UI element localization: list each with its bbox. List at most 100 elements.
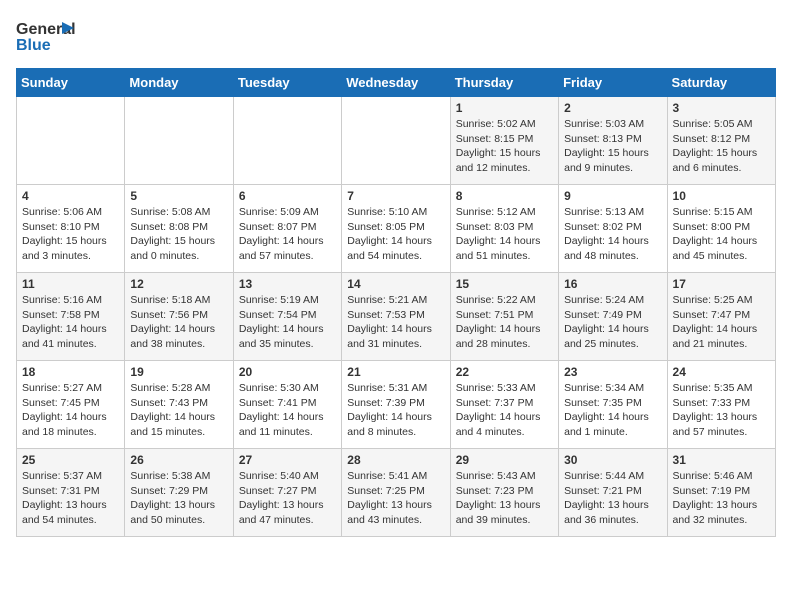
calendar-table: SundayMondayTuesdayWednesdayThursdayFrid…	[16, 68, 776, 537]
day-info: Sunrise: 5:22 AM Sunset: 7:51 PM Dayligh…	[456, 293, 553, 352]
calendar-cell: 8Sunrise: 5:12 AM Sunset: 8:03 PM Daylig…	[450, 185, 558, 273]
day-number: 28	[347, 453, 444, 467]
day-info: Sunrise: 5:06 AM Sunset: 8:10 PM Dayligh…	[22, 205, 119, 264]
calendar-cell: 23 Sunrise: 5:34 AM Sunset: 7:35 PM Dayli…	[559, 361, 667, 449]
day-info: Sunrise: 5:19 AM Sunset: 7:54 PM Dayligh…	[239, 293, 336, 352]
day-info: Sunrise: 5:37 AM Sunset: 7:31 PM Dayligh…	[22, 469, 119, 528]
day-info: Sunrise: 5:44 AM Sunset: 7:21 PM Dayligh…	[564, 469, 661, 528]
day-number: 21	[347, 365, 444, 379]
day-number: 29	[456, 453, 553, 467]
weekday-header-thursday: Thursday	[450, 69, 558, 97]
logo: GeneralBlue	[16, 16, 76, 58]
day-number: 1	[456, 101, 553, 115]
calendar-cell: 19 Sunrise: 5:28 AM Sunset: 7:43 PM Dayli…	[125, 361, 233, 449]
calendar-cell: 26Sunrise: 5:38 AM Sunset: 7:29 PM Dayli…	[125, 449, 233, 537]
day-number: 13	[239, 277, 336, 291]
calendar-cell	[125, 97, 233, 185]
day-number: 4	[22, 189, 119, 203]
calendar-cell: 11Sunrise: 5:16 AM Sunset: 7:58 PM Dayli…	[17, 273, 125, 361]
day-info: Sunrise: 5:13 AM Sunset: 8:02 PM Dayligh…	[564, 205, 661, 264]
day-info: Sunrise: 5:05 AM Sunset: 8:12 PM Dayligh…	[673, 117, 770, 176]
calendar-cell: 3 Sunrise: 5:05 AM Sunset: 8:12 PM Daylig…	[667, 97, 775, 185]
calendar-cell	[17, 97, 125, 185]
day-info: Sunrise: 5:21 AM Sunset: 7:53 PM Dayligh…	[347, 293, 444, 352]
day-number: 2	[564, 101, 661, 115]
calendar-cell: 15 Sunrise: 5:22 AM Sunset: 7:51 PM Dayli…	[450, 273, 558, 361]
day-info: Sunrise: 5:46 AM Sunset: 7:19 PM Dayligh…	[673, 469, 770, 528]
calendar-cell: 9 Sunrise: 5:13 AM Sunset: 8:02 PM Daylig…	[559, 185, 667, 273]
calendar-cell: 24 Sunrise: 5:35 AM Sunset: 7:33 PM Dayli…	[667, 361, 775, 449]
calendar-cell: 13 Sunrise: 5:19 AM Sunset: 7:54 PM Dayli…	[233, 273, 341, 361]
day-info: Sunrise: 5:43 AM Sunset: 7:23 PM Dayligh…	[456, 469, 553, 528]
day-number: 17	[673, 277, 770, 291]
weekday-header-wednesday: Wednesday	[342, 69, 450, 97]
calendar-cell: 28 Sunrise: 5:41 AM Sunset: 7:25 PM Dayli…	[342, 449, 450, 537]
calendar-cell: 4 Sunrise: 5:06 AM Sunset: 8:10 PM Daylig…	[17, 185, 125, 273]
day-info: Sunrise: 5:18 AM Sunset: 7:56 PM Dayligh…	[130, 293, 227, 352]
day-number: 31	[673, 453, 770, 467]
day-info: Sunrise: 5:27 AM Sunset: 7:45 PM Dayligh…	[22, 381, 119, 440]
day-info: Sunrise: 5:40 AM Sunset: 7:27 PM Dayligh…	[239, 469, 336, 528]
calendar-cell: 2 Sunrise: 5:03 AM Sunset: 8:13 PM Daylig…	[559, 97, 667, 185]
day-info: Sunrise: 5:34 AM Sunset: 7:35 PM Dayligh…	[564, 381, 661, 440]
calendar-cell: 10 Sunrise: 5:15 AM Sunset: 8:00 PM Dayli…	[667, 185, 775, 273]
day-number: 23	[564, 365, 661, 379]
calendar-cell: 5 Sunrise: 5:08 AM Sunset: 8:08 PM Daylig…	[125, 185, 233, 273]
day-info: Sunrise: 5:28 AM Sunset: 7:43 PM Dayligh…	[130, 381, 227, 440]
calendar-cell: 12 Sunrise: 5:18 AM Sunset: 7:56 PM Dayli…	[125, 273, 233, 361]
day-info: Sunrise: 5:41 AM Sunset: 7:25 PM Dayligh…	[347, 469, 444, 528]
day-info: Sunrise: 5:10 AM Sunset: 8:05 PM Dayligh…	[347, 205, 444, 264]
calendar-cell: 1 Sunrise: 5:02 AM Sunset: 8:15 PM Daylig…	[450, 97, 558, 185]
calendar-cell: 31 Sunrise: 5:46 AM Sunset: 7:19 PM Dayli…	[667, 449, 775, 537]
day-number: 26	[130, 453, 227, 467]
day-number: 22	[456, 365, 553, 379]
calendar-header: SundayMondayTuesdayWednesdayThursdayFrid…	[17, 69, 776, 97]
day-info: Sunrise: 5:03 AM Sunset: 8:13 PM Dayligh…	[564, 117, 661, 176]
day-number: 9	[564, 189, 661, 203]
day-number: 15	[456, 277, 553, 291]
day-number: 19	[130, 365, 227, 379]
calendar-cell: 27 Sunrise: 5:40 AM Sunset: 7:27 PM Dayli…	[233, 449, 341, 537]
day-number: 18	[22, 365, 119, 379]
day-number: 12	[130, 277, 227, 291]
day-number: 25	[22, 453, 119, 467]
day-number: 10	[673, 189, 770, 203]
day-info: Sunrise: 5:35 AM Sunset: 7:33 PM Dayligh…	[673, 381, 770, 440]
calendar-cell: 29 Sunrise: 5:43 AM Sunset: 7:23 PM Dayli…	[450, 449, 558, 537]
day-info: Sunrise: 5:33 AM Sunset: 7:37 PM Dayligh…	[456, 381, 553, 440]
weekday-header-monday: Monday	[125, 69, 233, 97]
day-info: Sunrise: 5:12 AM Sunset: 8:03 PM Dayligh…	[456, 205, 553, 264]
calendar-cell: 21Sunrise: 5:31 AM Sunset: 7:39 PM Dayli…	[342, 361, 450, 449]
calendar-cell: 6 Sunrise: 5:09 AM Sunset: 8:07 PM Daylig…	[233, 185, 341, 273]
svg-text:Blue: Blue	[16, 37, 51, 54]
day-info: Sunrise: 5:25 AM Sunset: 7:47 PM Dayligh…	[673, 293, 770, 352]
calendar-cell: 18 Sunrise: 5:27 AM Sunset: 7:45 PM Dayli…	[17, 361, 125, 449]
page-header: GeneralBlue	[16, 16, 776, 58]
day-number: 11	[22, 277, 119, 291]
calendar-cell	[233, 97, 341, 185]
day-number: 24	[673, 365, 770, 379]
weekday-header-friday: Friday	[559, 69, 667, 97]
day-number: 5	[130, 189, 227, 203]
day-number: 30	[564, 453, 661, 467]
day-info: Sunrise: 5:02 AM Sunset: 8:15 PM Dayligh…	[456, 117, 553, 176]
day-number: 27	[239, 453, 336, 467]
day-info: Sunrise: 5:30 AM Sunset: 7:41 PM Dayligh…	[239, 381, 336, 440]
day-info: Sunrise: 5:15 AM Sunset: 8:00 PM Dayligh…	[673, 205, 770, 264]
weekday-header-tuesday: Tuesday	[233, 69, 341, 97]
day-info: Sunrise: 5:09 AM Sunset: 8:07 PM Dayligh…	[239, 205, 336, 264]
calendar-cell: 20 Sunrise: 5:30 AM Sunset: 7:41 PM Dayli…	[233, 361, 341, 449]
calendar-cell: 22 Sunrise: 5:33 AM Sunset: 7:37 PM Dayli…	[450, 361, 558, 449]
weekday-header-saturday: Saturday	[667, 69, 775, 97]
calendar-cell: 7 Sunrise: 5:10 AM Sunset: 8:05 PM Daylig…	[342, 185, 450, 273]
day-number: 20	[239, 365, 336, 379]
calendar-cell: 25 Sunrise: 5:37 AM Sunset: 7:31 PM Dayli…	[17, 449, 125, 537]
day-number: 3	[673, 101, 770, 115]
day-number: 7	[347, 189, 444, 203]
calendar-cell: 14Sunrise: 5:21 AM Sunset: 7:53 PM Dayli…	[342, 273, 450, 361]
logo-svg: GeneralBlue	[16, 16, 76, 58]
day-number: 6	[239, 189, 336, 203]
weekday-header-sunday: Sunday	[17, 69, 125, 97]
day-info: Sunrise: 5:08 AM Sunset: 8:08 PM Dayligh…	[130, 205, 227, 264]
calendar-cell: 17 Sunrise: 5:25 AM Sunset: 7:47 PM Dayli…	[667, 273, 775, 361]
